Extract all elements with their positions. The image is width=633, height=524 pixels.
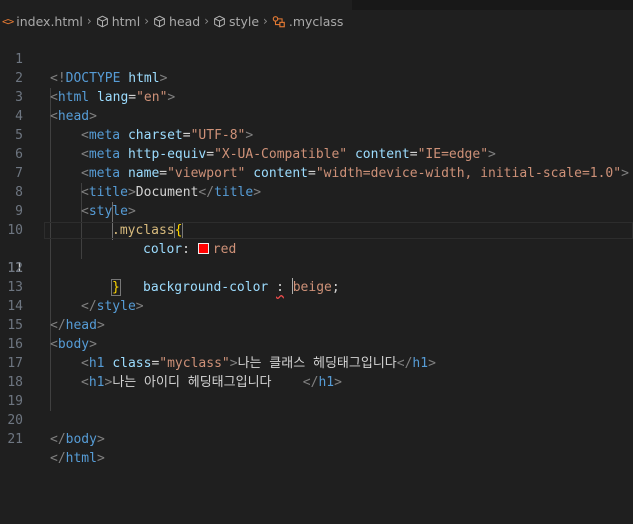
code-line-14: 14 </head>: [0, 278, 633, 333]
css-selector-symbol-icon: [272, 15, 285, 27]
code-line-18: 18: [0, 354, 633, 390]
breadcrumb: <> index.html › html › head › style › .m…: [0, 11, 633, 31]
code-line-6: 6 <meta name="viewport" content="width=d…: [0, 126, 633, 181]
breadcrumb-item-html[interactable]: html: [96, 14, 140, 29]
element-cube-icon: [154, 15, 165, 27]
code-token: </: [50, 451, 66, 466]
code-editor[interactable]: 1 <!DOCTYPE html> 2 <html lang="en"> 3 <…: [0, 31, 633, 524]
code-line-1: 1 <!DOCTYPE html>: [0, 31, 633, 86]
code-line-17: 17 <h1>나는 아이디 헤딩태그입니다 </h1>: [0, 335, 633, 390]
code-line-12: 12 }: [0, 240, 633, 296]
code-line-11: 11 background-color : beige;: [0, 221, 633, 295]
code-line-7: 7 <title>Document</title>: [0, 145, 633, 200]
code-line-21: 21 </html>: [0, 411, 633, 466]
code-token: </: [50, 432, 66, 447]
tab-strip-edge: [0, 0, 633, 10]
breadcrumb-item-style[interactable]: style: [213, 14, 259, 29]
tab-strip-empty: [352, 0, 633, 10]
code-line-13: 13 </style>: [0, 259, 633, 314]
code-line-10: 10 color: red: [0, 202, 633, 257]
chevron-right-icon: ›: [263, 14, 268, 28]
code-token: >: [96, 451, 105, 466]
breadcrumb-item-file[interactable]: <> index.html: [0, 14, 83, 29]
current-line-highlight: [44, 222, 633, 239]
code-line-2: 2 <html lang="en">: [0, 50, 633, 105]
code-line-19: 19: [0, 373, 633, 409]
code-line-3: 3 <head>: [0, 69, 633, 124]
breadcrumb-item-head[interactable]: head: [153, 14, 200, 29]
chevron-right-icon: ›: [144, 14, 150, 28]
active-tab-bottom: [0, 0, 352, 10]
code-line-16: 16 <h1 class="myclass">나는 클래스 헤딩태그입니다</h…: [0, 316, 633, 371]
code-line-5: 5 <meta http-equiv="X-UA-Compatible" con…: [0, 107, 633, 162]
code-text: </html>: [50, 449, 105, 468]
breadcrumb-label: index.html: [16, 13, 83, 29]
chevron-right-icon: ›: [204, 14, 210, 28]
line-number: 21: [7, 432, 23, 447]
code-token: body: [65, 432, 97, 447]
code-line-4: 4 <meta charset="UTF-8">: [0, 88, 633, 143]
element-cube-icon: [96, 15, 108, 27]
breadcrumb-label: style: [229, 13, 260, 29]
code-token: >: [96, 432, 105, 447]
code-line-8: 8 <style>: [0, 164, 633, 219]
code-line-9: 9 .myclass{: [0, 183, 633, 239]
code-line-15: 15 <body>: [0, 297, 633, 352]
code-token: html: [65, 451, 97, 466]
breadcrumb-label: head: [169, 13, 201, 29]
element-cube-icon: [214, 15, 225, 27]
code-text: </body>: [50, 430, 105, 449]
breadcrumb-label: .myclass: [288, 13, 344, 29]
html-file-icon: <>: [2, 14, 14, 28]
code-line-20: 20 </body>: [0, 392, 633, 447]
breadcrumb-item-selector[interactable]: .myclass: [272, 13, 344, 29]
chevron-right-icon: ›: [86, 14, 92, 28]
breadcrumb-label: html: [111, 13, 141, 29]
